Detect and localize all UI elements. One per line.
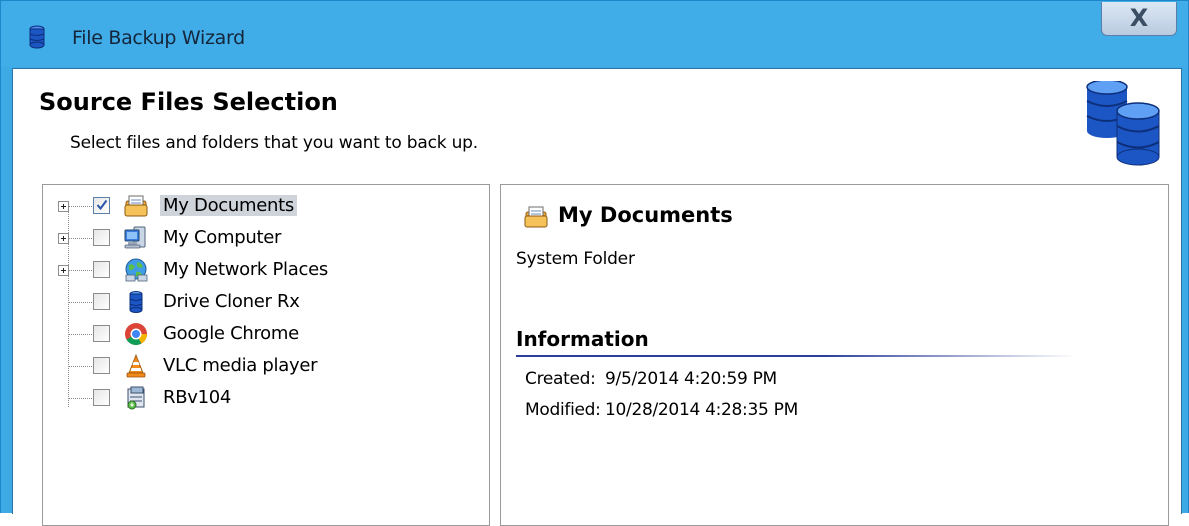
tree-item-my-network-places[interactable]: My Network Places xyxy=(43,255,483,287)
details-type: System Folder xyxy=(516,249,635,269)
window-title: File Backup Wizard xyxy=(72,27,245,49)
close-button[interactable]: X xyxy=(1101,2,1177,36)
checkbox-rbv104[interactable] xyxy=(93,389,110,406)
vlc-cone-icon xyxy=(126,353,146,378)
documents-folder-icon xyxy=(124,195,148,217)
created-row: Created: 9/5/2014 4:20:59 PM xyxy=(525,369,777,389)
rb-installer-icon xyxy=(127,386,145,410)
expand-icon[interactable] xyxy=(58,265,69,276)
wizard-page: Source Files Selection Select files and … xyxy=(12,68,1182,526)
information-divider xyxy=(516,355,1076,357)
wizard-window: File Backup Wizard X Source Files Select… xyxy=(0,0,1189,526)
tree-item-rbv104[interactable]: RBv104 xyxy=(43,383,483,415)
source-tree[interactable]: My Documents My Computer My Network Plac… xyxy=(42,184,490,526)
tree-item-my-computer[interactable]: My Computer xyxy=(43,223,483,255)
checkbox-my-documents[interactable] xyxy=(93,197,110,214)
network-places-icon xyxy=(125,258,148,282)
page-title: Source Files Selection xyxy=(39,88,338,116)
tree-item-label[interactable]: My Network Places xyxy=(160,259,331,280)
chrome-icon xyxy=(125,323,147,345)
tree-item-label[interactable]: Drive Cloner Rx xyxy=(160,291,303,312)
expand-icon[interactable] xyxy=(58,201,69,212)
database-app-icon xyxy=(29,25,45,49)
modified-value: 10/28/2014 4:28:35 PM xyxy=(605,400,798,420)
checkbox-drive-cloner-rx[interactable] xyxy=(93,293,110,310)
checkbox-my-network-places[interactable] xyxy=(93,261,110,278)
page-subtitle: Select files and folders that you want t… xyxy=(70,133,478,153)
created-label: Created: xyxy=(525,369,596,389)
modified-label: Modified: xyxy=(525,400,601,420)
tree-item-my-documents[interactable]: My Documents xyxy=(43,191,483,223)
tree-item-google-chrome[interactable]: Google Chrome xyxy=(43,319,483,351)
tree-item-label[interactable]: VLC media player xyxy=(160,355,320,376)
information-heading: Information xyxy=(516,327,649,351)
database-icon xyxy=(129,291,143,313)
checkbox-google-chrome[interactable] xyxy=(93,325,110,342)
expand-icon[interactable] xyxy=(58,233,69,244)
computer-icon xyxy=(124,226,146,249)
tree-item-vlc-media-player[interactable]: VLC media player xyxy=(43,351,483,383)
checkmark-icon xyxy=(96,199,108,211)
database-stack-icon xyxy=(1086,81,1160,166)
modified-row: Modified: 10/28/2014 4:28:35 PM xyxy=(525,400,798,420)
details-panel: My Documents System Folder Information C… xyxy=(500,184,1169,526)
title-bar[interactable]: File Backup Wizard X xyxy=(1,1,1188,67)
tree-item-label[interactable]: My Documents xyxy=(160,195,297,216)
close-icon: X xyxy=(1129,4,1149,32)
created-value: 9/5/2014 4:20:59 PM xyxy=(605,369,777,389)
details-title: My Documents xyxy=(558,203,733,227)
checkbox-vlc-media-player[interactable] xyxy=(93,357,110,374)
documents-folder-icon xyxy=(524,206,548,228)
tree-item-label[interactable]: Google Chrome xyxy=(160,323,302,344)
tree-item-drive-cloner-rx[interactable]: Drive Cloner Rx xyxy=(43,287,483,319)
checkbox-my-computer[interactable] xyxy=(93,229,110,246)
tree-item-label[interactable]: RBv104 xyxy=(160,387,234,408)
tree-item-label[interactable]: My Computer xyxy=(160,227,284,248)
